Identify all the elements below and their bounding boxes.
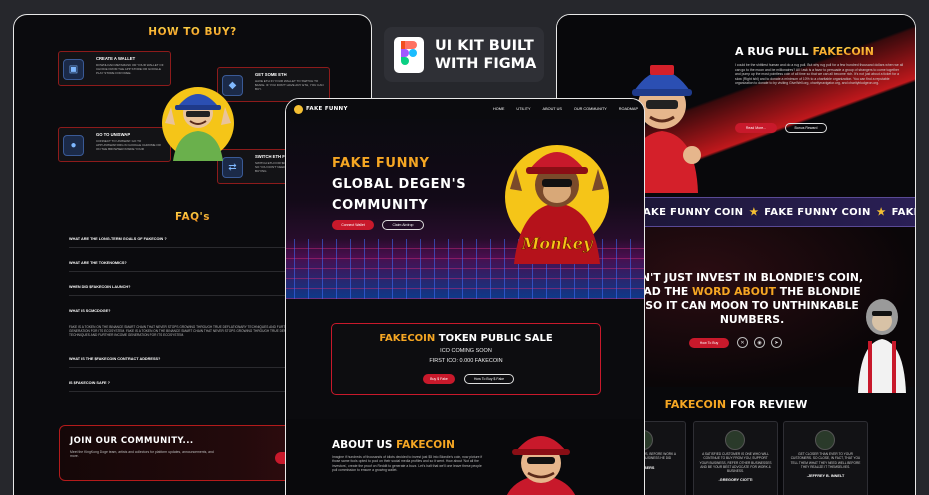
step-desc: HAVE ETH IN YOUR WALLET TO SWITCH TO $FA… <box>255 79 324 91</box>
navbar: FAKE FUNNY HOME UTILITY ABOUT US OUR COM… <box>286 99 644 119</box>
blondie-hero-title: N'T JUST INVEST IN BLONDIE'S COIN, AD TH… <box>640 271 864 326</box>
token-sale-title: FAKECOIN TOKEN PUBLIC SALE <box>379 333 553 344</box>
x-social-icon[interactable]: ✕ <box>737 337 748 348</box>
discord-icon[interactable]: ◉ <box>754 337 765 348</box>
telegram-icon[interactable]: ➤ <box>771 337 782 348</box>
step-desc: DOWNLOAD METAMASK OR YOUR WALLET OF CHOI… <box>96 63 164 75</box>
brand-name[interactable]: FAKE FUNNY <box>306 106 348 112</box>
hero-title: FAKE FUNNY GLOBAL DEGEN'S COMMUNITY <box>332 156 467 213</box>
review-text: GET CLOSER THAN EVER TO YOUR CUSTOMERS. … <box>790 452 861 469</box>
nav-roadmap[interactable]: ROADMAP <box>619 107 638 111</box>
faq-item[interactable]: WHAT ARE THE LONG-TERM GOALS OF FAKECOIN… <box>69 237 319 248</box>
faq-item[interactable]: WHEN DID $FAKECOIN LAUNCH? <box>69 285 319 296</box>
monkey-caption: Monkey <box>521 234 594 253</box>
badge-line-2: WITH FIGMA <box>435 55 537 72</box>
bonus-reward-button[interactable]: Bonus Reward <box>785 123 827 133</box>
reviewer-name: -GREGORY CIOTTI <box>718 478 753 483</box>
rug-pull-title: A RUG PULL FAKECOIN <box>735 45 874 58</box>
faq-item[interactable]: IS $FAKECOIN SAFE ? <box>69 381 319 392</box>
mascot-monkey-illustration <box>162 87 234 161</box>
buy-fake-button[interactable]: Buy $ Fake <box>423 374 455 384</box>
nav-utility[interactable]: UTILITY <box>516 107 530 111</box>
step-title: GET SOME ETH <box>255 72 287 77</box>
community-desc: Meet the KingKong Doge team, artists and… <box>70 450 214 459</box>
read-more-button[interactable]: Read More... <box>735 123 777 133</box>
step-create-wallet: ▣ CREATE A WALLET DOWNLOAD METAMASK OR Y… <box>58 51 171 86</box>
claim-airdrop-button[interactable]: Claim Airdrop <box>382 220 424 230</box>
review-text: A SATISFIED CUSTOMER IS ONE WHO WILL CON… <box>699 452 772 474</box>
step-uniswap: ● GO TO UNISWAP CONNECT TO UNISWAP. GO T… <box>58 127 171 162</box>
mascot-cap-illustration <box>506 436 576 495</box>
figma-badge: UI KIT BUILT WITH FIGMA <box>384 27 544 82</box>
how-to-buy-fake-button[interactable]: How To Buy $ Fake <box>464 374 514 384</box>
step-desc: CONNECT TO UNISWAP. GO TO APP.UNISWAP.OR… <box>96 139 161 151</box>
wallet-icon: ▣ <box>63 59 84 80</box>
logo-icon[interactable] <box>294 104 303 114</box>
ticker-item: FAKE FUNNY COIN <box>637 206 744 218</box>
reviewer-avatar <box>725 430 745 450</box>
review-card: GET CLOSER THAN EVER TO YOUR CUSTOMERS. … <box>783 421 868 495</box>
about-title: ABOUT US FAKECOIN <box>332 439 455 451</box>
uniswap-icon: ● <box>63 135 84 156</box>
rug-pull-text: I could be the shittiest human and do a … <box>735 63 904 86</box>
first-ico-price: FIRST ICO: 0.000 FAKECOIN <box>429 358 503 364</box>
star-icon: ★ <box>876 206 886 218</box>
faq-answer: FAKE IS A TOKEN ON THE BINANCE SMART CHA… <box>69 325 306 338</box>
step-title: CREATE A WALLET <box>96 56 136 61</box>
star-icon: ★ <box>749 206 759 218</box>
nav-home[interactable]: HOME <box>493 107 504 111</box>
token-sale-box: FAKECOIN TOKEN PUBLIC SALE ICO COMING SO… <box>331 323 601 395</box>
figma-logo-icon <box>394 36 424 73</box>
badge-line-1: UI KIT BUILT <box>435 37 534 54</box>
faq-item[interactable]: WHAT ARE THE TOKENOMICS? <box>69 261 319 272</box>
ico-coming-soon: ICO COMING SOON <box>440 348 492 354</box>
ticker-item: FAKE FUNNY COIN <box>764 206 871 218</box>
review-card: A SATISFIED CUSTOMER IS ONE WHO WILL CON… <box>693 421 778 495</box>
landing-page-panel: FAKE FUNNY HOME UTILITY ABOUT US OUR COM… <box>285 98 645 495</box>
step-title: GO TO UNISWAP <box>96 132 131 137</box>
ticker-item: FAKE FUNNY <box>891 206 915 218</box>
faq-item[interactable]: WHAT IS THE $FAKECOIN CONTRACT ADDRESS? <box>69 357 319 368</box>
connect-wallet-button[interactable]: Connect Wallet <box>332 220 374 230</box>
how-to-buy-button[interactable]: How To Buy <box>689 338 729 348</box>
nav-community[interactable]: OUR COMMUNITY <box>574 107 607 111</box>
how-to-buy-title: HOW TO BUY? <box>14 26 371 38</box>
about-text: Imagine if hundreds of thousands of idio… <box>332 455 483 473</box>
reviewer-name: -JEFFREY B. INNELT <box>806 474 845 479</box>
nav-about-us[interactable]: ABOUT US <box>543 107 562 111</box>
reviewer-avatar <box>815 430 835 450</box>
faq-item-open[interactable]: WHAT IS SCMCDOGE? <box>69 309 319 319</box>
mascot-monkey-logo-illustration: Monkey <box>505 145 609 264</box>
